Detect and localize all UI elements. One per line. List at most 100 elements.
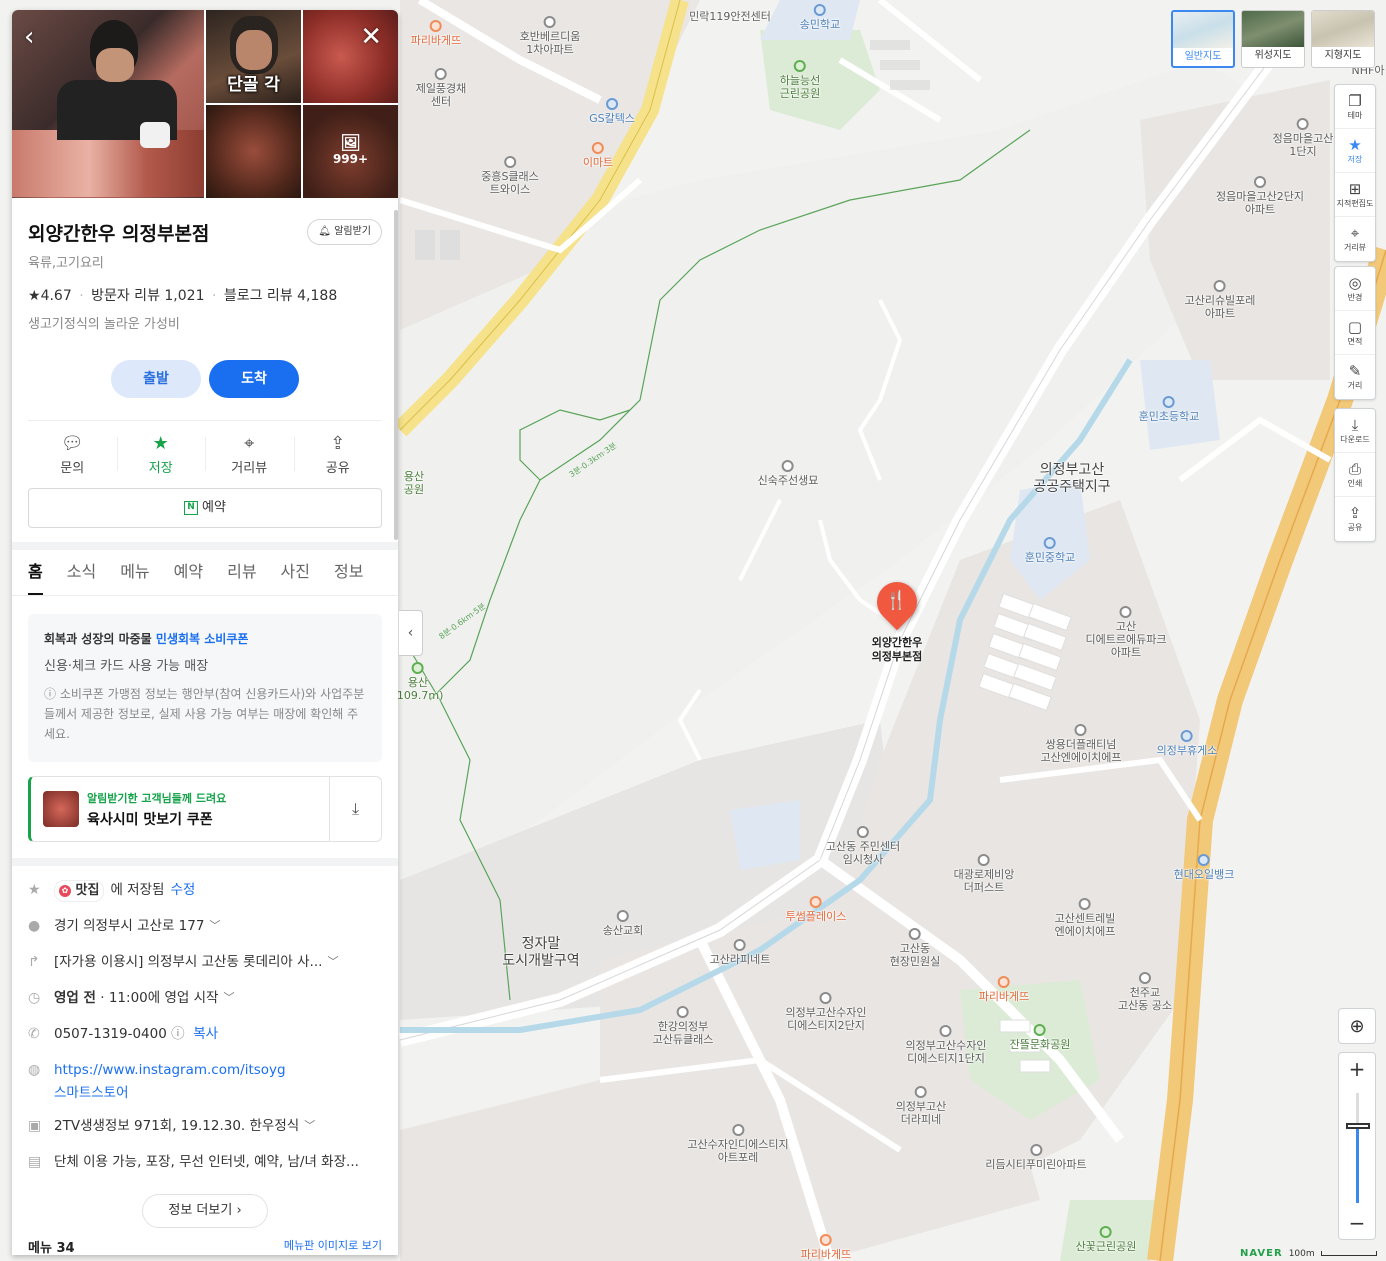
poi-label[interactable]: 송민학교	[800, 4, 840, 31]
poi-label[interactable]: 파리바게뜨	[979, 976, 1029, 1003]
tab-photo[interactable]: 사진	[281, 550, 310, 595]
visitor-reviews-link[interactable]: 방문자 리뷰 1,021	[91, 288, 204, 304]
depart-button[interactable]: 출발	[111, 360, 201, 398]
smartstore-link[interactable]: 스마트스토어	[54, 1083, 286, 1103]
saved-list-badge[interactable]: ✿ 맛집	[54, 880, 105, 902]
photo-main[interactable]	[12, 10, 204, 198]
collapse-panel-button[interactable]: ‹	[399, 610, 423, 656]
tv-row[interactable]: ▣ 2TV생생정보 971회, 19.12.30. 한우정식 ﹀	[12, 1116, 398, 1152]
print-button[interactable]: ⎙ 인쇄	[1335, 453, 1375, 497]
back-icon[interactable]: ‹	[24, 24, 34, 50]
menu-image-link[interactable]: 메뉴판 이미지로 보기	[284, 1237, 382, 1255]
poi-label[interactable]: 의정부고산 더라피네	[896, 1086, 946, 1126]
area-button[interactable]: ▢ 면적	[1335, 311, 1375, 355]
map-type-normal[interactable]: 일반지도	[1171, 10, 1235, 68]
poi-label[interactable]: 한강의정부 고산듀클래스	[653, 1006, 713, 1046]
saved-button[interactable]: ★ 저장	[1335, 129, 1375, 173]
directions-row[interactable]: ↱ [자가용 이용시] 의정부시 고산동 롯데리아 사... ﹀	[12, 952, 398, 988]
poi-label[interactable]: 이마트	[583, 142, 613, 169]
photo-more[interactable]: 🖼 999+	[303, 105, 398, 198]
poi-label[interactable]: 리듬시티푸미린아파트	[985, 1144, 1087, 1171]
cadastral-button[interactable]: ⊞ 지적편집도	[1335, 173, 1375, 217]
poi-label[interactable]: 제일풍경채 센터	[416, 68, 466, 108]
photo-2[interactable]: 단골 각	[206, 10, 301, 103]
poi-label[interactable]: 정음마을고산2단지 아파트	[1216, 176, 1304, 216]
photo-3[interactable]	[303, 10, 398, 103]
address-row[interactable]: ● 경기 의정부시 고산로 177 ﹀	[12, 916, 398, 952]
poi-label[interactable]: 대광로제비앙 더퍼스트	[954, 854, 1014, 894]
download-button[interactable]: ⤓ 다운로드	[1335, 409, 1375, 453]
poi-label[interactable]: 산꽃근린공원	[1076, 1226, 1136, 1253]
poi-label[interactable]: 고산리슈빌포레 아파트	[1185, 280, 1255, 320]
poi-label[interactable]: 파리바게뜨	[801, 1234, 851, 1261]
streetview-button[interactable]: ⌖ 거리뷰	[205, 431, 294, 476]
poi-label[interactable]: 고산동 현장민원실	[890, 928, 940, 968]
poi-label[interactable]: 호반베르디움 1차아파트	[520, 16, 580, 56]
restaurant-marker[interactable]: 🍴	[868, 573, 926, 631]
close-icon[interactable]: ✕	[360, 24, 382, 50]
tab-info[interactable]: 정보	[334, 550, 363, 595]
distance-button[interactable]: ✎ 거리	[1335, 355, 1375, 399]
poi-label[interactable]: 용산 (109.7m)	[393, 662, 443, 702]
apartment-icon	[731, 1124, 744, 1136]
poi-label[interactable]: 신숙주선생묘	[758, 460, 818, 487]
tab-review[interactable]: 리뷰	[227, 550, 256, 595]
poi-label[interactable]: 훈민중학교	[1025, 537, 1075, 564]
alert-subscribe-button[interactable]: 🔔︎ 알림받기	[307, 219, 382, 245]
hours-row[interactable]: ◷ 영업 전 · 11:00에 영업 시작 ﹀	[12, 988, 398, 1024]
theme-button[interactable]: ❐ 테마	[1335, 85, 1375, 129]
info-icon[interactable]: ⓘ	[171, 1024, 185, 1044]
share-button[interactable]: ⇪ 공유	[293, 431, 383, 476]
photo-4[interactable]	[206, 105, 301, 198]
inquiry-button[interactable]: 💬︎ 문의	[28, 431, 117, 476]
map-type-satellite[interactable]: 위성지도	[1241, 10, 1305, 68]
poi-label[interactable]: 민락119안전센터	[689, 10, 771, 23]
poi-label[interactable]: 천주교 고산동 공소	[1118, 972, 1172, 1012]
blog-reviews-link[interactable]: 블로그 리뷰 4,188	[224, 288, 337, 304]
streetview-button[interactable]: ⌖ 거리뷰	[1335, 217, 1375, 261]
tab-reservation[interactable]: 예약	[174, 550, 203, 595]
my-location-button[interactable]: ⊕	[1338, 1008, 1376, 1044]
more-info-button[interactable]: 정보 더보기 ›	[142, 1194, 268, 1228]
zoom-out-button[interactable]: −	[1339, 1207, 1375, 1239]
poi-label[interactable]: 쌍용더플래티넘 고산엔에이치에프	[1041, 724, 1121, 764]
zoom-handle[interactable]	[1346, 1123, 1370, 1129]
poi-label[interactable]: 중흥S클래스 트와이스	[481, 156, 539, 196]
poi-label[interactable]: 고산라피네트	[710, 939, 770, 966]
poi-label[interactable]: 고산 디에트르에듀파크 아파트	[1086, 606, 1166, 659]
poi-label[interactable]: 하늘능선 근린공원	[780, 60, 820, 100]
website-link[interactable]: https://www.instagram.com/itsoyg	[54, 1060, 286, 1080]
tab-home[interactable]: 홈	[28, 550, 43, 595]
save-button[interactable]: ★ 저장	[116, 431, 206, 476]
edit-saved-link[interactable]: 수정	[170, 880, 195, 900]
poi-label[interactable]: 고산동 주민센터 임시청사	[826, 826, 900, 866]
poi-label[interactable]: 파리바게뜨	[411, 20, 461, 47]
menu-count: 메뉴 34	[28, 1241, 75, 1255]
poi-label[interactable]: 의정부고산수자인 디에스티지2단지	[786, 992, 866, 1032]
poi-label[interactable]: 송산교회	[603, 910, 643, 937]
poi-label[interactable]: 의정부고산수자인 디에스티지1단지	[906, 1025, 986, 1065]
poi-label[interactable]: 의정부휴게소	[1157, 730, 1217, 757]
tab-menu[interactable]: 메뉴	[120, 550, 149, 595]
tab-news[interactable]: 소식	[67, 550, 96, 595]
arrive-button[interactable]: 도착	[209, 360, 299, 398]
poi-label[interactable]: 정음마을고산 1단지	[1273, 118, 1333, 158]
poi-label[interactable]: GS칼텍스	[589, 98, 635, 125]
radius-button[interactable]: ◎ 반경	[1335, 267, 1375, 311]
poi-label[interactable]: 투썸플레이스	[786, 896, 846, 923]
share-map-button[interactable]: ⇪ 공유	[1335, 497, 1375, 541]
restaurant-marker-label[interactable]: 외양간한우 의정부본점	[872, 636, 923, 664]
poi-label[interactable]: 현대오일뱅크	[1174, 854, 1234, 881]
reserve-button[interactable]: N 예약	[28, 488, 382, 528]
poi-label[interactable]: 용산 공원	[404, 470, 424, 496]
panel-scrollbar[interactable]	[394, 210, 398, 540]
download-coupon-button[interactable]: ⤓	[329, 777, 381, 841]
poi-label[interactable]: 훈민초등학교	[1139, 396, 1199, 423]
map-type-terrain[interactable]: 지형지도	[1311, 10, 1375, 68]
copy-phone-button[interactable]: 복사	[193, 1024, 218, 1044]
poi-label[interactable]: 고산수자인디에스티지 아트포레	[687, 1124, 789, 1164]
poi-label[interactable]: 고산센트레빌 엔에이치에프	[1055, 898, 1115, 938]
zoom-in-button[interactable]: +	[1339, 1053, 1375, 1085]
coupon-promo-card[interactable]: 알림받기한 고객님들께 드려요 육사시미 맛보기 쿠폰 ⤓	[28, 776, 382, 842]
poi-label[interactable]: 잔뜰문화공원	[1010, 1024, 1070, 1051]
